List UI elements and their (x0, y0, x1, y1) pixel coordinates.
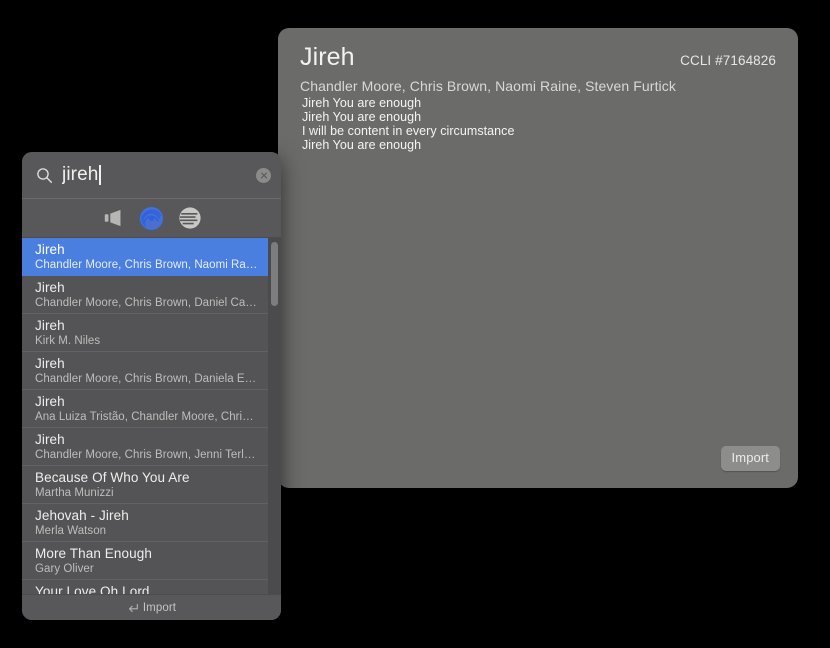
search-result-authors: Martha Munizzi (35, 487, 114, 499)
megaphone-icon (104, 209, 120, 227)
results-scrollbar[interactable] (268, 238, 281, 595)
search-icon (37, 167, 53, 183)
search-result-title: Jireh (35, 432, 65, 447)
song-search-panel: Jireh Chandler Moore, Chris Brown, Naomi … (22, 152, 281, 620)
preview-lyrics: Jireh You are enough Jireh You are enoug… (302, 96, 515, 152)
clear-search-icon[interactable] (256, 167, 271, 183)
search-result-title: More Than Enough (35, 546, 152, 561)
search-result-row[interactable]: Jireh Chandler Moore, Chris Brown, Jenni … (22, 428, 281, 466)
song-preview-panel: Jireh CCLI #7164826 Chandler Moore, Chri… (278, 28, 798, 488)
preview-import-button[interactable]: Import (720, 446, 780, 471)
preview-ccli-number: CCLI #7164826 (680, 53, 776, 68)
search-result-authors: Chandler Moore, Chris Brown, Daniela E… (35, 373, 257, 385)
swirl-source-icon[interactable] (139, 205, 165, 231)
concentric-swirl-icon (139, 206, 164, 230)
search-result-authors: Kirk M. Niles (35, 335, 101, 347)
lines-circle-source-icon[interactable] (177, 205, 203, 231)
search-result-authors: Chandler Moore, Chris Brown, Daniel Ca… (35, 297, 257, 309)
search-input[interactable] (62, 164, 100, 186)
results-scrollbar-thumb[interactable] (271, 242, 278, 306)
search-result-row[interactable]: Jehovah - Jireh Merla Watson (22, 504, 281, 542)
search-result-title: Jireh (35, 318, 65, 333)
preview-header: Jireh CCLI #7164826 Chandler Moore, Chri… (278, 28, 798, 94)
search-result-title: Jireh (35, 242, 65, 257)
search-result-title: Jehovah - Jireh (35, 508, 129, 523)
search-result-title: Jireh (35, 280, 65, 295)
library-lines-icon (178, 207, 201, 229)
search-field-row[interactable] (22, 152, 281, 199)
search-input-wrap (62, 164, 248, 186)
preview-title-row: Jireh CCLI #7164826 (300, 43, 776, 72)
search-result-row[interactable]: More Than Enough Gary Oliver (22, 542, 281, 580)
search-result-row[interactable]: Jireh Chandler Moore, Chris Brown, Naomi … (22, 238, 281, 276)
preview-song-title: Jireh (300, 43, 355, 71)
preview-song-authors: Chandler Moore, Chris Brown, Naomi Raine… (300, 77, 676, 94)
search-results-list[interactable]: Jireh Chandler Moore, Chris Brown, Naomi … (22, 238, 281, 595)
search-result-row[interactable]: Your Love Oh Lord (22, 580, 281, 595)
search-result-authors: Chandler Moore, Chris Brown, Naomi Ra… (35, 259, 258, 271)
search-result-row[interactable]: Jireh Kirk M. Niles (22, 314, 281, 352)
text-caret (99, 165, 101, 185)
search-footer[interactable]: Import (22, 594, 281, 620)
search-source-toolbar (22, 199, 281, 238)
search-result-row[interactable]: Because Of Who You Are Martha Munizzi (22, 466, 281, 504)
search-result-row[interactable]: Jireh Chandler Moore, Chris Brown, Daniel… (22, 352, 281, 390)
search-result-authors: Chandler Moore, Chris Brown, Jenni Terl… (35, 449, 256, 461)
search-result-row[interactable]: Jireh Chandler Moore, Chris Brown, Daniel… (22, 276, 281, 314)
megaphone-source-icon[interactable] (101, 205, 127, 231)
search-result-title: Jireh (35, 356, 65, 371)
search-result-authors: Gary Oliver (35, 563, 94, 575)
app-root: Jireh CCLI #7164826 Chandler Moore, Chri… (0, 0, 830, 648)
search-result-row[interactable]: Jireh Ana Luiza Tristão, Chandler Moore, … (22, 390, 281, 428)
search-result-authors: Merla Watson (35, 525, 107, 537)
return-arrow-icon (128, 603, 138, 612)
search-result-title: Jireh (35, 394, 65, 409)
footer-import-label: Import (142, 601, 177, 614)
search-result-title: Because Of Who You Are (35, 470, 190, 485)
search-result-authors: Ana Luiza Tristão, Chandler Moore, Chri… (35, 411, 254, 423)
